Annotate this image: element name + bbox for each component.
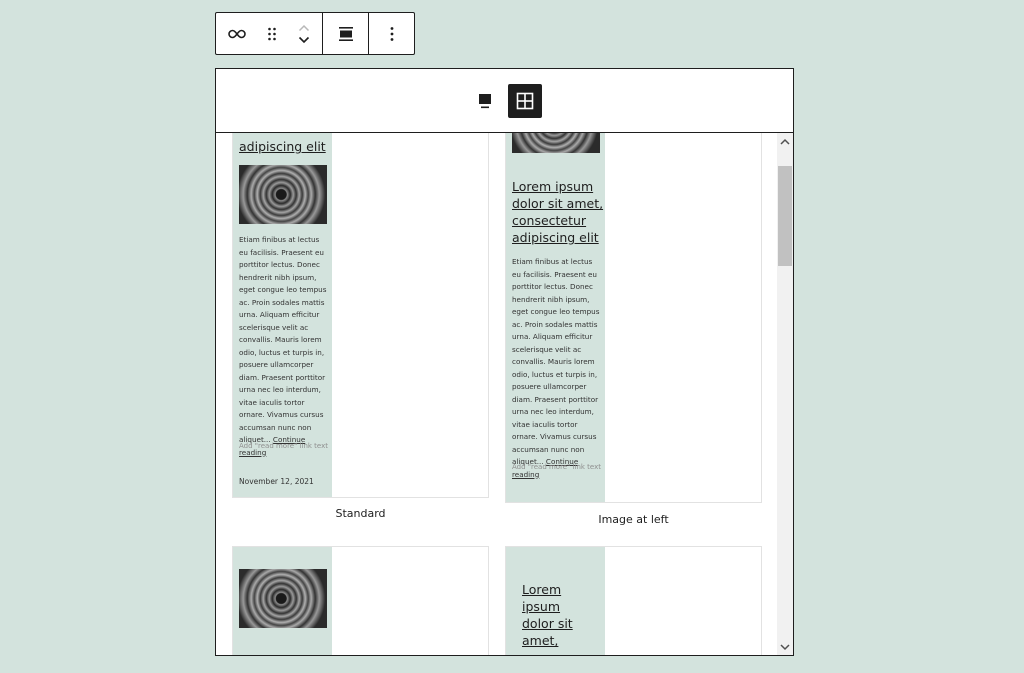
vertical-scrollbar[interactable]	[777, 133, 793, 655]
post-excerpt: Etiam finibus at lectus eu facilisis. Pr…	[239, 235, 327, 457]
block-toolbar	[215, 12, 415, 55]
scroll-up-arrow[interactable]	[777, 133, 793, 149]
pattern-label-image-left: Image at left	[598, 513, 669, 526]
carousel-view-button[interactable]	[468, 84, 502, 118]
scroll-down-arrow[interactable]	[777, 639, 793, 655]
more-vertical-icon	[390, 26, 394, 41]
title-line: amet,	[522, 633, 559, 648]
chevron-up-icon[interactable]	[298, 24, 310, 32]
toolbar-group-options	[369, 13, 414, 54]
scroll-down-icon	[780, 643, 790, 650]
query-loop-button[interactable]	[222, 13, 252, 54]
featured-image	[512, 133, 600, 153]
read-more-placeholder: Add "read more" link text	[512, 463, 601, 471]
post-title-link[interactable]: adipiscing elit	[239, 138, 334, 155]
grid-view-button[interactable]	[507, 83, 542, 118]
scroll-up-icon	[780, 138, 790, 145]
grid-view-icon	[516, 92, 533, 109]
pattern-card-3[interactable]	[232, 546, 489, 655]
title-line: dolor sit	[522, 616, 573, 631]
pattern-chooser: adipiscing elit Etiam finibus at lectus …	[215, 68, 794, 656]
view-switcher	[216, 69, 793, 133]
drag-handle-button[interactable]	[257, 13, 287, 54]
pattern-card-image-left[interactable]: Lorem ipsum dolor sit amet, consectetur …	[505, 133, 762, 503]
carousel-view-icon	[478, 93, 491, 108]
toolbar-group-block	[216, 13, 323, 54]
post-date: November 12, 2021	[239, 477, 314, 486]
featured-image	[239, 165, 327, 224]
options-button[interactable]	[377, 13, 407, 54]
drag-handle-icon	[268, 27, 276, 40]
title-line: consectetur	[512, 213, 587, 228]
toolbar-group-align	[323, 13, 370, 54]
post-title-link[interactable]: Lorem ipsum dolor sit amet,	[522, 581, 597, 649]
read-more-placeholder: Add "read more" link text	[239, 442, 328, 450]
link-icon	[228, 29, 247, 38]
block-mover	[292, 13, 316, 54]
post-excerpt: Etiam finibus at lectus eu facilisis. Pr…	[512, 257, 600, 479]
title-line: ipsum	[522, 599, 561, 614]
title-line: Lorem	[522, 582, 562, 597]
pattern-card-4[interactable]: Lorem ipsum dolor sit amet,	[505, 546, 762, 655]
align-full-icon	[338, 26, 353, 41]
featured-image	[239, 569, 327, 628]
title-line: Lorem ipsum	[512, 179, 594, 194]
pattern-card-standard[interactable]: adipiscing elit Etiam finibus at lectus …	[232, 133, 489, 498]
pattern-label-standard: Standard	[335, 507, 386, 520]
align-button[interactable]	[331, 13, 361, 54]
title-line: adipiscing elit	[512, 230, 599, 245]
scrollbar-thumb[interactable]	[778, 166, 792, 266]
title-line: dolor sit amet,	[512, 196, 604, 211]
post-title-link[interactable]: Lorem ipsum dolor sit amet, consectetur …	[512, 178, 604, 246]
chevron-down-icon[interactable]	[298, 36, 310, 44]
pattern-list: adipiscing elit Etiam finibus at lectus …	[216, 133, 778, 655]
